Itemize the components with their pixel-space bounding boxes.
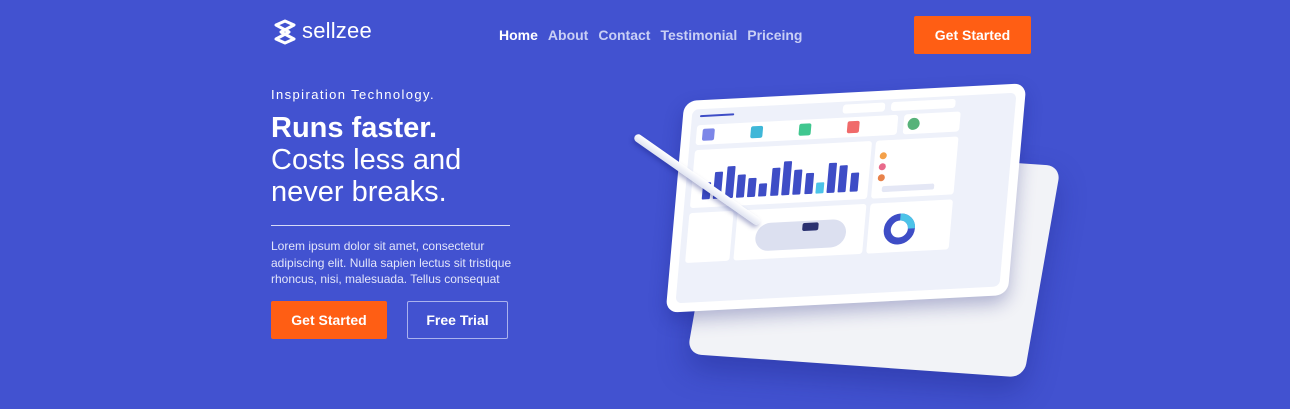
tablet-dashboard-illustration bbox=[630, 82, 1061, 382]
hero-headline: Runs faster. Costs less and never breaks… bbox=[271, 112, 461, 208]
header-get-started-button[interactable]: Get Started bbox=[914, 16, 1031, 54]
dashboard-bar bbox=[815, 181, 825, 194]
profile-card bbox=[902, 111, 961, 135]
headline-line-1: Runs faster. bbox=[271, 112, 437, 144]
stat-icon bbox=[798, 123, 812, 136]
avatar bbox=[878, 163, 887, 171]
avatar bbox=[879, 152, 888, 160]
brand-logo[interactable]: sellzee bbox=[272, 18, 372, 45]
free-trial-button[interactable]: Free Trial bbox=[407, 301, 508, 339]
nav-pricing[interactable]: Priceing bbox=[747, 27, 802, 43]
dashboard-bar bbox=[849, 172, 859, 192]
dashboard-bar bbox=[781, 160, 793, 196]
hero-get-started-button[interactable]: Get Started bbox=[271, 301, 387, 339]
country-list-panel bbox=[685, 210, 734, 264]
nav-home[interactable]: Home bbox=[499, 27, 538, 43]
donut-chart bbox=[883, 213, 915, 245]
headline-line-3: never breaks. bbox=[271, 176, 447, 208]
screen-search-pill bbox=[890, 98, 956, 112]
main-nav: Home About Contact Testimonial Priceing bbox=[499, 27, 802, 43]
stat-icon bbox=[750, 125, 764, 139]
stat-icon bbox=[846, 120, 860, 134]
hero-divider bbox=[271, 225, 510, 226]
nav-contact[interactable]: Contact bbox=[598, 27, 650, 43]
dashboard-bar bbox=[747, 177, 757, 198]
bar-chart-area bbox=[701, 153, 863, 200]
s-logo-icon bbox=[274, 19, 296, 45]
visitors-profile-panel bbox=[866, 199, 954, 254]
headline-line-2: Costs less and bbox=[271, 144, 462, 176]
map-tooltip bbox=[802, 222, 819, 232]
nav-testimonial[interactable]: Testimonial bbox=[660, 27, 737, 43]
brand-name: sellzee bbox=[302, 18, 372, 43]
avatar bbox=[907, 117, 921, 131]
stat-icon bbox=[701, 128, 715, 141]
nav-about[interactable]: About bbox=[548, 27, 588, 43]
dashboard-bar bbox=[724, 165, 736, 199]
recent-messages-panel bbox=[870, 136, 959, 199]
world-map-shape bbox=[754, 218, 848, 252]
dashboard-bar bbox=[826, 162, 838, 194]
message-action-pill bbox=[881, 183, 935, 193]
dashboard-bar bbox=[803, 172, 814, 195]
screen-filter-pill bbox=[842, 102, 886, 114]
dashboard-bar bbox=[735, 174, 746, 198]
dashboard-bar bbox=[769, 167, 781, 197]
dashboard-bar bbox=[837, 165, 849, 193]
dashboard-bar bbox=[792, 169, 803, 195]
hero-description: Lorem ipsum dolor sit amet, consectetur … bbox=[271, 239, 512, 286]
world-map-panel bbox=[733, 203, 867, 261]
screen-title-line bbox=[699, 113, 735, 118]
dashboard-bar bbox=[758, 182, 768, 197]
avatar bbox=[877, 174, 886, 182]
hero-eyebrow: Inspiration Technology. bbox=[271, 87, 435, 102]
